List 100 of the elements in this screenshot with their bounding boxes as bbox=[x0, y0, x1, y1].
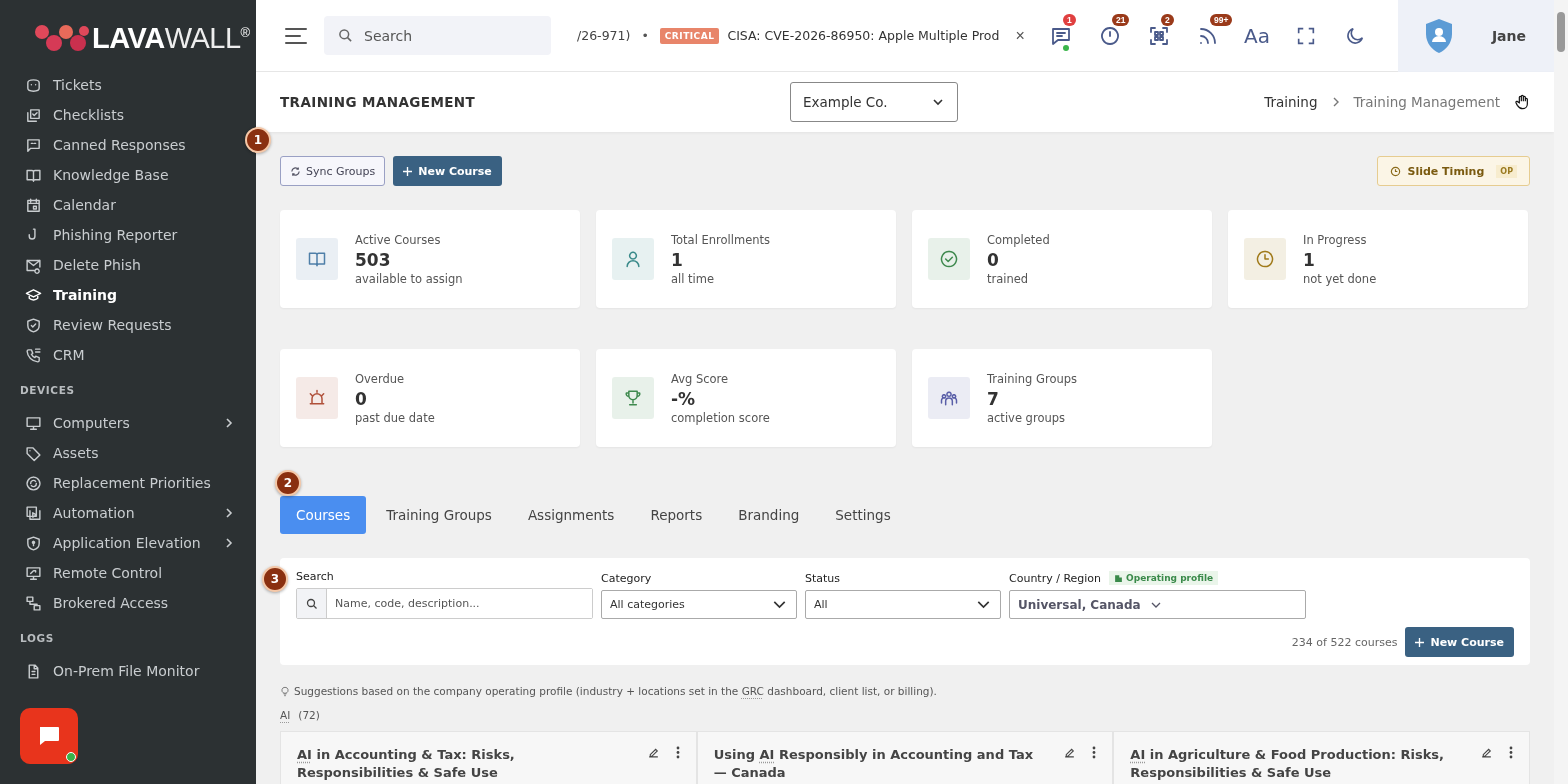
stat-caption: past due date bbox=[355, 410, 435, 425]
country-select[interactable]: Universal, Canada bbox=[1009, 590, 1306, 619]
caret-icon bbox=[933, 97, 943, 107]
breadcrumb-link[interactable]: Training bbox=[1264, 94, 1318, 110]
close-button[interactable]: × bbox=[1011, 26, 1029, 45]
course-title: AI in Accounting & Tax: Risks, Responsibilities & Safe Use bbox=[297, 746, 516, 782]
sidebar-item[interactable]: On-Prem File Monitor bbox=[0, 656, 236, 686]
op-badge: OP bbox=[1496, 164, 1517, 178]
sidebar-item[interactable]: Replacement Priorities bbox=[0, 468, 236, 498]
sidebar-item[interactable]: Knowledge Base bbox=[0, 160, 236, 190]
online-dot bbox=[66, 752, 76, 762]
more-icon[interactable] bbox=[675, 746, 680, 759]
tab[interactable]: Settings bbox=[819, 496, 907, 534]
status-select[interactable]: All bbox=[805, 590, 1001, 619]
breadcrumb-link[interactable]: Training Management bbox=[1353, 94, 1500, 110]
stat-value: 0 bbox=[355, 388, 368, 409]
stat-value: 503 bbox=[355, 249, 392, 270]
stat-value: 0 bbox=[987, 249, 1000, 270]
monitor-icon bbox=[25, 414, 42, 432]
search-icon bbox=[338, 28, 353, 43]
stat-label: Training Groups bbox=[987, 371, 1078, 386]
logo-icon bbox=[34, 23, 90, 53]
chevron-icon bbox=[224, 538, 234, 548]
stat-label: Total Enrollments bbox=[671, 232, 771, 247]
sidebar-item[interactable]: CRM bbox=[0, 340, 236, 370]
sidebar-item[interactable]: Delete Phish bbox=[0, 250, 236, 280]
result-count: 234 of 522 courses bbox=[1291, 635, 1398, 649]
count-badge: 1 bbox=[1063, 13, 1076, 26]
course-card[interactable]: AI in Agriculture & Food Production: Risks, Responsibilities & Safe Use bbox=[1113, 731, 1530, 784]
sync-groups-button[interactable]: Sync Groups bbox=[280, 156, 386, 186]
sidebar-item[interactable]: Calendar bbox=[0, 190, 236, 220]
alarm-icon bbox=[307, 388, 327, 408]
media-icon bbox=[25, 504, 42, 522]
sidebar-item[interactable]: Remote Control bbox=[0, 558, 236, 588]
sidebar-item[interactable]: Brokered Access bbox=[0, 588, 236, 618]
stat-label: In Progress bbox=[1303, 232, 1368, 247]
company-select[interactable]: Example Co. bbox=[790, 82, 958, 122]
tab[interactable]: Assignments bbox=[511, 496, 631, 534]
tab[interactable]: Reports bbox=[634, 496, 719, 534]
shield-icon bbox=[25, 534, 42, 552]
stat-label: Avg Score bbox=[671, 371, 730, 386]
chat-button[interactable] bbox=[20, 708, 78, 764]
edit-icon[interactable] bbox=[1480, 746, 1493, 759]
sidebar-item[interactable]: Phishing Reporter bbox=[0, 220, 236, 250]
sidebar-item[interactable]: Tickets bbox=[0, 70, 236, 100]
qr-code-button[interactable]: 2 bbox=[1135, 15, 1183, 56]
new-course-button[interactable]: New Course bbox=[1405, 627, 1514, 657]
more-icon[interactable] bbox=[1509, 746, 1513, 759]
clock-icon bbox=[1390, 165, 1402, 177]
logo-text: LAVAWALL$^{®}$ bbox=[92, 21, 250, 55]
slide-timing-button[interactable]: Slide Timing OP bbox=[1377, 156, 1530, 186]
stat-label: Active Courses bbox=[355, 232, 442, 247]
suggestion-text: Suggestions based on the company operating profile (industry + locations set in the GRC dashboard, client list, or billing). bbox=[294, 685, 937, 697]
count-badge: 99+ bbox=[1210, 13, 1233, 26]
chevron-icon bbox=[224, 418, 234, 428]
search-icon bbox=[305, 597, 318, 610]
user-menu[interactable]: Jane bbox=[1397, 0, 1554, 72]
tag-icon bbox=[25, 444, 42, 462]
ticker-text[interactable]: CISA: CVE-2026-86950: Apple Multiple Prod bbox=[727, 28, 1000, 43]
category-select[interactable]: All categories bbox=[601, 590, 797, 619]
stat-caption: not yet done bbox=[1303, 271, 1377, 286]
stat-caption: trained bbox=[987, 271, 1030, 286]
search-field[interactable]: Search bbox=[324, 16, 551, 55]
sidebar-item[interactable]: Training bbox=[0, 280, 236, 310]
course-title: Using AI Responsibly in Accounting and Tax — Canada bbox=[713, 746, 1035, 782]
sidebar-item[interactable]: Automation bbox=[0, 498, 236, 528]
clock-icon bbox=[1255, 249, 1275, 269]
sidebar-item[interactable]: Canned Responses bbox=[0, 130, 236, 160]
sidebar-item[interactable]: Application Elevation bbox=[0, 528, 236, 558]
sidebar-item[interactable]: Review Requests bbox=[0, 310, 236, 340]
scrollbar[interactable] bbox=[1554, 0, 1568, 784]
course-card[interactable]: Using AI Responsibly in Accounting and Tax — Canada bbox=[696, 731, 1114, 784]
chat-icon bbox=[37, 725, 61, 747]
edit-icon[interactable] bbox=[1063, 746, 1077, 759]
hand-cursor-icon bbox=[1514, 94, 1530, 110]
stat-caption: completion score bbox=[671, 410, 770, 425]
stat-label: Overdue bbox=[355, 371, 406, 386]
plus-icon bbox=[1415, 637, 1425, 647]
search-field[interactable]: Name, code, description... bbox=[296, 588, 593, 619]
new-course-button[interactable]: New Course bbox=[393, 156, 502, 186]
edit-icon[interactable] bbox=[646, 746, 660, 759]
sidebar-item[interactable]: Assets bbox=[0, 438, 236, 468]
rss-button[interactable]: 99+ bbox=[1184, 15, 1232, 56]
sidebar-item[interactable]: Checklists bbox=[0, 100, 236, 130]
ticker-text: /26-971) bbox=[577, 28, 631, 43]
shield-icon bbox=[25, 316, 42, 334]
tab[interactable]: Branding bbox=[722, 496, 816, 534]
network-icon bbox=[25, 594, 42, 612]
course-card[interactable]: AI in Accounting & Tax: Risks, Responsibilities & Safe Use bbox=[280, 731, 697, 784]
stat-caption: all time bbox=[671, 271, 716, 286]
severity-badge: CRITICAL bbox=[659, 27, 720, 44]
count-badge: 2 bbox=[1161, 13, 1174, 26]
timer-button[interactable]: 21 bbox=[1086, 15, 1134, 56]
tab[interactable]: Training Groups bbox=[370, 496, 508, 534]
stat-value: 7 bbox=[987, 388, 1000, 409]
more-icon[interactable] bbox=[1092, 746, 1097, 759]
menu-icon[interactable] bbox=[285, 27, 307, 44]
sidebar-item[interactable]: Computers bbox=[0, 408, 236, 438]
chat-button[interactable]: 1 bbox=[1037, 15, 1085, 56]
font-size-button[interactable]: Aa bbox=[1233, 15, 1281, 56]
